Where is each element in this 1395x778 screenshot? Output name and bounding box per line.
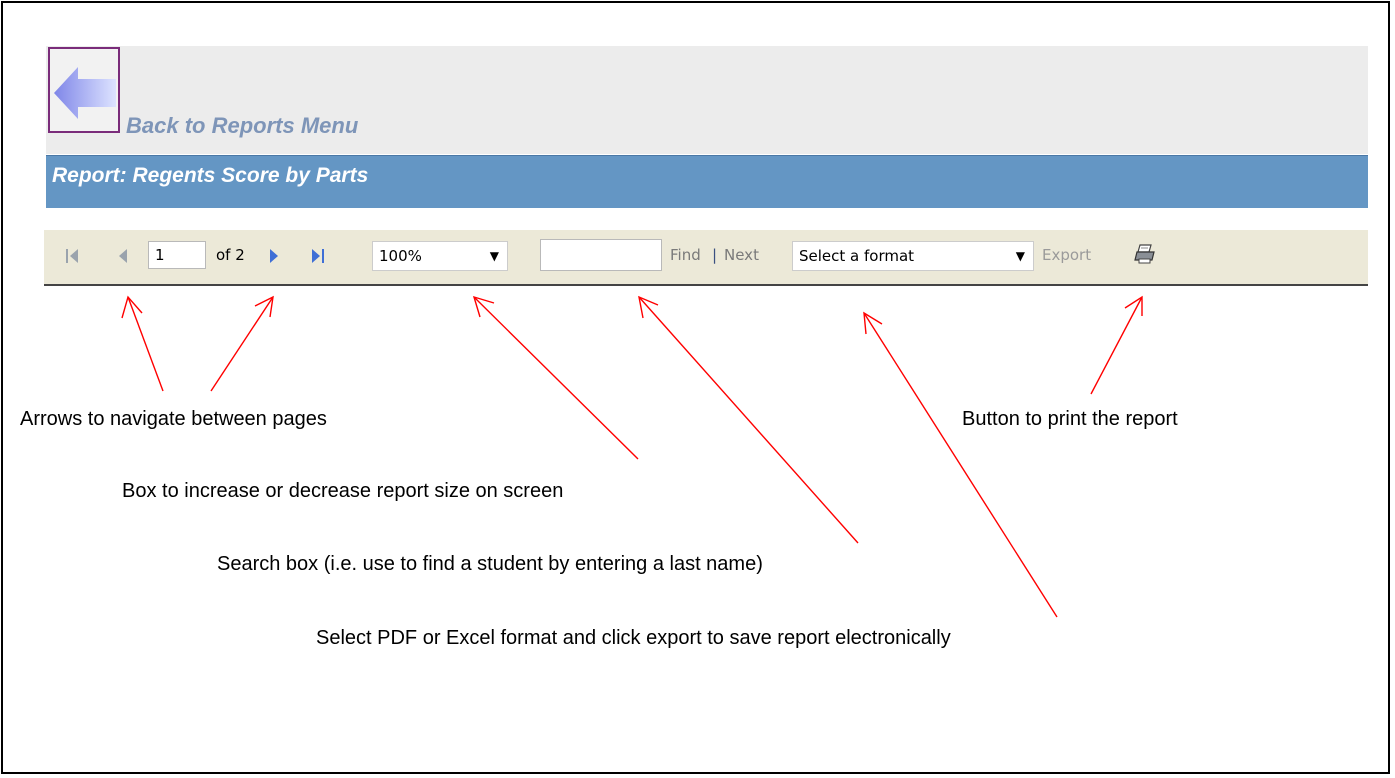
annotation-print: Button to print the report (962, 408, 1178, 430)
callout-arrow-format (863, 311, 1058, 618)
callout-arrows (121, 295, 1143, 618)
annotation-navigation: Arrows to navigate between pages (20, 408, 327, 430)
callout-arrow-first-prev (121, 295, 164, 392)
callout-arrow-print (1090, 295, 1143, 395)
annotation-export: Select PDF or Excel format and click exp… (316, 627, 951, 649)
annotation-zoom: Box to increase or decrease report size … (122, 480, 564, 502)
callout-arrow-search (638, 295, 859, 544)
callout-arrow-next-last (210, 295, 274, 392)
annotation-search: Search box (i.e. use to find a student b… (217, 553, 763, 575)
callout-arrow-zoom (472, 295, 639, 460)
